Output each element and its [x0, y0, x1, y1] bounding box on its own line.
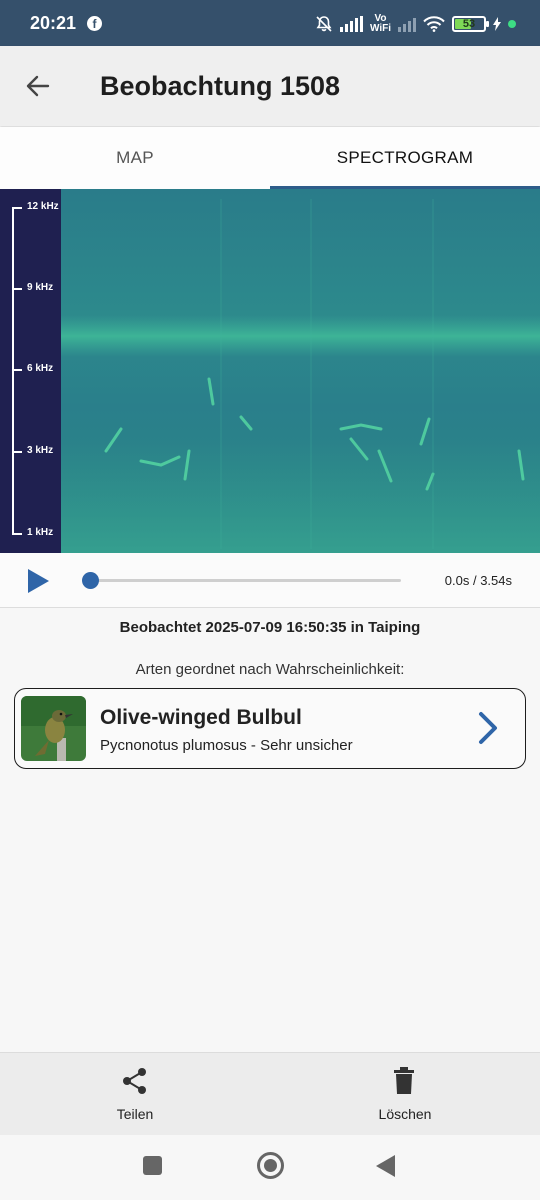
- app-bar: Beobachtung 1508: [0, 46, 540, 126]
- facebook-icon: f: [87, 16, 102, 31]
- chevron-right-icon[interactable]: [477, 711, 499, 745]
- delete-button[interactable]: Löschen: [270, 1053, 540, 1136]
- y-tick: [12, 533, 22, 535]
- status-icons: Vo WiFi 53: [315, 12, 516, 36]
- time-readout: 0.0s / 3.54s: [444, 573, 512, 588]
- spectrogram-view[interactable]: 12 kHz 9 kHz 6 kHz 3 kHz 1 kHz: [0, 189, 540, 553]
- delete-label: Löschen: [378, 1106, 432, 1122]
- species-list-header: Arten geordnet nach Wahrscheinlichkeit:: [135, 661, 405, 678]
- spectrogram-image: [61, 189, 540, 553]
- share-button[interactable]: Teilen: [0, 1053, 270, 1136]
- bird-thumbnail: [21, 696, 86, 761]
- battery-icon: 53: [452, 16, 489, 32]
- recents-button[interactable]: [143, 1156, 162, 1175]
- y-tick: [12, 288, 22, 290]
- status-bar: 20:21 f Vo WiFi 53: [0, 0, 540, 46]
- species-card[interactable]: Olive-winged Bulbul Pycnonotus plumosus …: [14, 688, 526, 769]
- seek-handle[interactable]: [82, 572, 99, 589]
- back-arrow-icon[interactable]: [24, 72, 52, 100]
- tab-map[interactable]: MAP: [0, 127, 270, 189]
- bottom-action-bar: Teilen Löschen: [0, 1052, 540, 1135]
- tab-spectrogram-label: SPECTROGRAM: [336, 148, 474, 167]
- axis-line: [12, 207, 14, 535]
- y-tick: [12, 451, 22, 453]
- seek-track[interactable]: [90, 579, 401, 582]
- system-nav-bar: [0, 1135, 540, 1200]
- vowifi-label: Vo WiFi: [369, 13, 391, 34]
- status-time: 20:21: [30, 13, 77, 33]
- y-label-6khz: 6 kHz: [27, 363, 54, 374]
- observation-timestamp: Beobachtet 2025-07-09 16:50:35 in Taipin…: [119, 619, 421, 636]
- wifi-icon: [423, 16, 445, 32]
- play-icon[interactable]: [26, 568, 50, 594]
- charging-icon: [493, 17, 501, 31]
- y-label-12khz: 12 kHz: [27, 201, 59, 212]
- y-tick: [12, 207, 22, 209]
- y-label-1khz: 1 kHz: [27, 527, 54, 538]
- signal-2-icon: [398, 16, 416, 32]
- mute-bell-icon: [316, 16, 332, 32]
- share-icon: [123, 1068, 146, 1094]
- audio-player: 0.0s / 3.54s: [0, 553, 540, 608]
- tab-bar: MAP SPECTROGRAM: [0, 127, 540, 189]
- species-subtitle: Pycnonotus plumosus - Sehr unsicher: [100, 737, 353, 754]
- trash-icon: [394, 1067, 414, 1094]
- y-label-9khz: 9 kHz: [27, 282, 54, 293]
- share-label: Teilen: [116, 1106, 154, 1122]
- page-title: Beobachtung 1508: [100, 71, 341, 101]
- y-tick: [12, 369, 22, 371]
- signal-icon: [339, 16, 363, 32]
- species-common-name: Olive-winged Bulbul: [100, 706, 302, 729]
- home-button[interactable]: [257, 1152, 284, 1179]
- tab-spectrogram[interactable]: SPECTROGRAM: [270, 127, 540, 189]
- privacy-dot-icon: [508, 20, 516, 28]
- y-label-3khz: 3 kHz: [27, 445, 54, 456]
- tab-map-label: MAP: [116, 148, 154, 167]
- system-back-button[interactable]: [376, 1155, 395, 1177]
